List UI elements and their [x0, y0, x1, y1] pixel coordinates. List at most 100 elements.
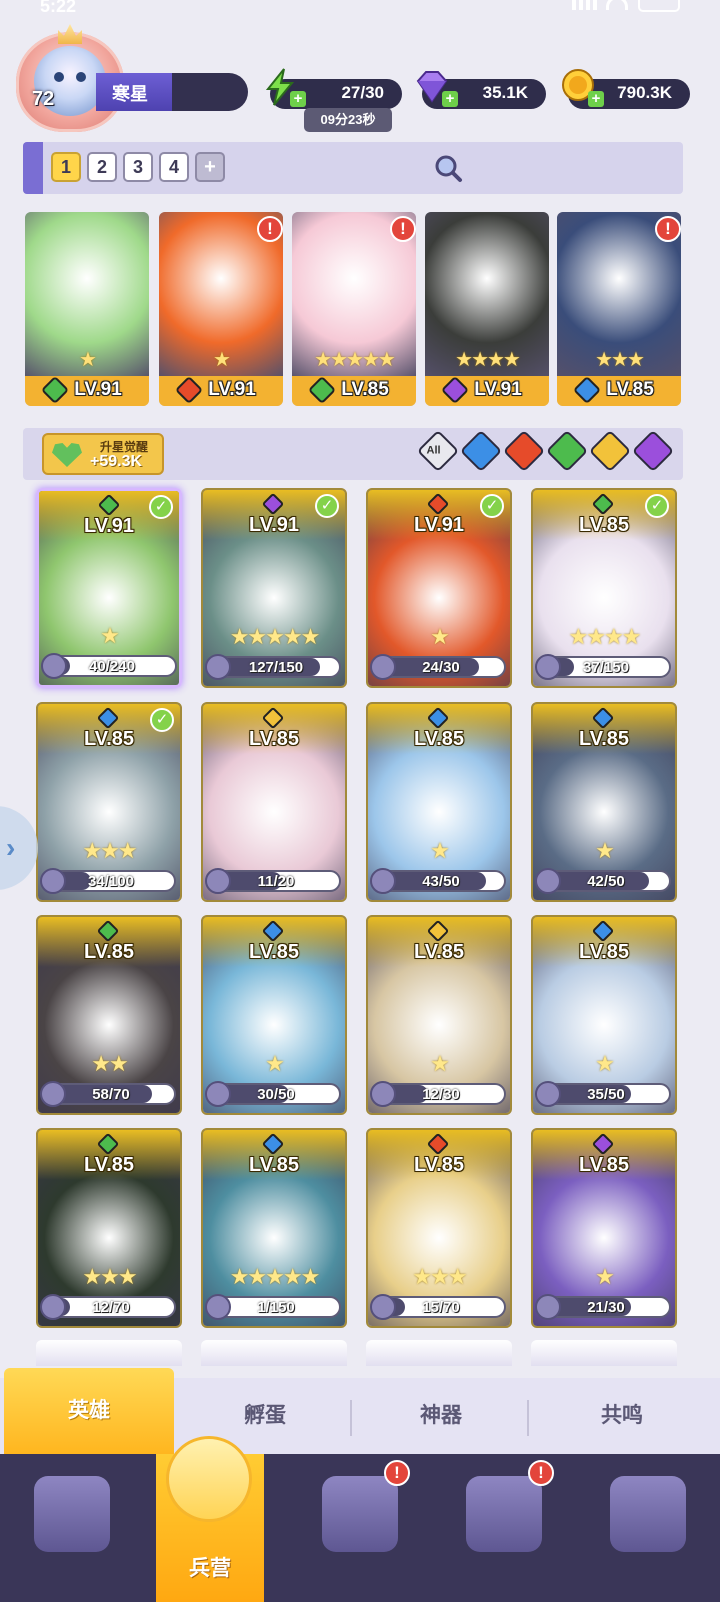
tab-divider — [350, 1400, 352, 1436]
shard-icon — [205, 1294, 231, 1320]
upstar-awaken-button[interactable]: 升星觉醒 +59.3K — [42, 433, 164, 475]
castle-icon — [466, 1476, 542, 1552]
alert-badge: ! — [390, 216, 416, 242]
hero-stars: ★ — [595, 1264, 615, 1289]
nav-barracks[interactable]: 兵营 — [156, 1436, 264, 1602]
filter-nature-icon[interactable] — [545, 429, 589, 473]
nav-barracks-label: 兵营 — [189, 1557, 231, 1580]
hero-card[interactable]: LV.91 ✓ ★★★★★ 127/150 — [201, 488, 347, 688]
status-bar: 5:22 — [0, 0, 720, 20]
hero-card-peek — [366, 1340, 512, 1366]
nav-cards[interactable] — [0, 1454, 144, 1602]
player-level: 72 — [32, 88, 55, 110]
shard-icon — [370, 1081, 396, 1107]
shard-progress-text: 40/240 — [89, 658, 135, 675]
gem-counter[interactable]: + 35.1K — [416, 71, 546, 109]
nav-mushroom[interactable] — [576, 1454, 720, 1602]
shard-progress-text: 1/150 — [257, 1299, 295, 1316]
gem-plus-icon[interactable]: + — [442, 91, 458, 107]
check-icon: ✓ — [480, 494, 504, 518]
hero-card[interactable]: LV.85 ★ 30/50 — [201, 915, 347, 1115]
coin-counter[interactable]: + 790.3K — [562, 69, 690, 109]
player-name-bar[interactable]: 寒星 — [96, 73, 248, 111]
hero-level: LV.91 — [74, 379, 122, 400]
gem-value: 35.1K — [482, 83, 528, 102]
shard-progress-text: 34/100 — [88, 873, 134, 890]
energy-counter[interactable]: + 27/30 — [265, 68, 402, 109]
nav-map[interactable]: ! — [288, 1454, 432, 1602]
hero-stars: ★★★★★ — [314, 349, 396, 371]
signal-icon — [572, 0, 598, 10]
side-expand-button[interactable]: › — [0, 806, 38, 890]
hero-card[interactable]: LV.85 ★ 12/30 — [366, 915, 512, 1115]
nav-castle[interactable]: ! — [432, 1454, 576, 1602]
team-slot-1[interactable]: 1 — [51, 152, 81, 182]
tab-artifact[interactable]: 神器 — [356, 1378, 526, 1454]
chevron-right-icon: › — [6, 832, 16, 863]
hero-card-peek — [531, 1340, 677, 1366]
hero-stars: ★★★★★ — [229, 624, 321, 649]
hero-stars: ★ — [430, 624, 450, 649]
search-icon[interactable] — [433, 153, 463, 183]
team-slot-4[interactable]: 4 — [159, 152, 189, 182]
coin-plus-icon[interactable]: + — [588, 91, 604, 107]
hero-stars: ★★★★ — [568, 624, 642, 649]
hero-card[interactable]: LV.85 ★ 42/50 — [531, 702, 677, 902]
team-hero-card[interactable]: ★ LV.91 — [25, 212, 149, 406]
alert-badge: ! — [257, 216, 283, 242]
team-bar: 1 2 3 4 + — [23, 142, 683, 194]
hero-level: LV.85 — [83, 1154, 135, 1176]
hero-stars: ★★★ — [595, 349, 645, 371]
hero-level: LV.85 — [578, 941, 630, 963]
hero-stars: ★ — [595, 1051, 615, 1076]
hero-stars: ★★★ — [82, 838, 137, 863]
shard-progress-text: 35/50 — [587, 1086, 625, 1103]
hero-card[interactable]: LV.85 ★★★★★ 1/150 — [201, 1128, 347, 1328]
tab-heroes[interactable]: 英雄 — [4, 1368, 174, 1454]
hero-card[interactable]: LV.85 ★ 35/50 — [531, 915, 677, 1115]
hero-card[interactable]: LV.85 ★ 21/30 — [531, 1128, 677, 1328]
hero-card[interactable]: LV.85 ✓ ★★★★ 37/150 — [531, 488, 677, 688]
hero-card[interactable]: LV.85 ✓ ★★★ 34/100 — [36, 702, 182, 902]
filter-light-icon[interactable] — [588, 429, 632, 473]
energy-timer: 09分23秒 — [304, 108, 392, 132]
hero-card[interactable]: LV.91 ✓ ★ 24/30 — [366, 488, 512, 688]
hero-card[interactable]: LV.91 ✓ ★ 40/240 — [36, 488, 182, 688]
crown-icon — [58, 24, 82, 44]
hero-level: LV.85 — [413, 728, 465, 750]
team-slot-2[interactable]: 2 — [87, 152, 117, 182]
team-hero-card[interactable]: ★★★★ LV.91 — [425, 212, 549, 406]
hero-stars: ★★★★★ — [229, 1264, 321, 1289]
hero-level: LV.85 — [341, 379, 389, 400]
shard-icon — [40, 1294, 66, 1320]
hero-card[interactable]: LV.85 ★ 43/50 — [366, 702, 512, 902]
tab-divider — [527, 1400, 529, 1436]
shard-progress-text: 15/70 — [422, 1299, 460, 1316]
hero-stars: ★★★ — [82, 1264, 137, 1289]
hero-level: LV.91 — [208, 379, 256, 400]
energy-plus-icon[interactable]: + — [290, 91, 306, 107]
shard-icon — [370, 868, 396, 894]
filter-water-icon[interactable] — [459, 429, 503, 473]
hero-card[interactable]: LV.85 ★★★ 15/70 — [366, 1128, 512, 1328]
hero-level: LV.85 — [248, 941, 300, 963]
hero-card[interactable]: LV.85 ★★ 58/70 — [36, 915, 182, 1115]
team-slot-3[interactable]: 3 — [123, 152, 153, 182]
shard-icon — [370, 1294, 396, 1320]
filter-fire-icon[interactable] — [502, 429, 546, 473]
shard-progress-text: 58/70 — [92, 1086, 130, 1103]
shard-progress-text: 12/30 — [422, 1086, 460, 1103]
filter-dark-icon[interactable] — [631, 429, 675, 473]
check-icon: ✓ — [150, 708, 174, 732]
hero-card[interactable]: LV.85 ★★★ 12/70 — [36, 1128, 182, 1328]
shard-progress-text: 42/50 — [587, 873, 625, 890]
filter-all-icon[interactable]: All — [416, 429, 460, 473]
tab-resonance[interactable]: 共鸣 — [534, 1378, 710, 1454]
shard-progress-text: 24/30 — [422, 659, 460, 676]
hero-card[interactable]: LV.85 11/20 — [201, 702, 347, 902]
upstar-value: +59.3K — [90, 453, 143, 470]
player-name: 寒星 — [112, 84, 148, 104]
hero-card-peek — [36, 1340, 182, 1366]
coin-value: 790.3K — [617, 83, 672, 102]
team-slot-5[interactable]: + — [195, 152, 225, 182]
